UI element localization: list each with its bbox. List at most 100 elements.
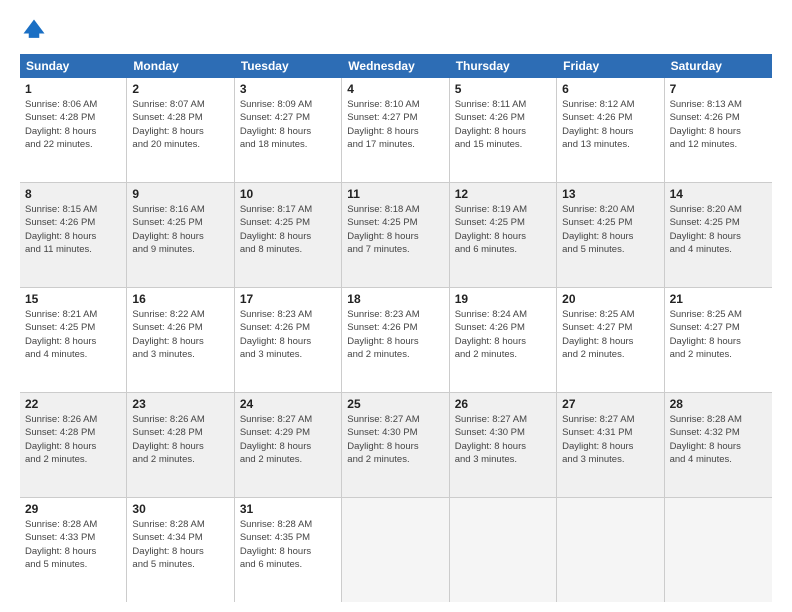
calendar-cell: 31Sunrise: 8:28 AMSunset: 4:35 PMDayligh… — [235, 498, 342, 602]
calendar-cell: 29Sunrise: 8:28 AMSunset: 4:33 PMDayligh… — [20, 498, 127, 602]
calendar-header: SundayMondayTuesdayWednesdayThursdayFrid… — [20, 54, 772, 78]
calendar-cell: 1Sunrise: 8:06 AMSunset: 4:28 PMDaylight… — [20, 78, 127, 182]
cell-info-line: and 3 minutes. — [240, 348, 336, 361]
cell-info-line: Sunrise: 8:27 AM — [347, 413, 443, 426]
cell-info-line: Sunset: 4:27 PM — [347, 111, 443, 124]
day-number: 26 — [455, 397, 551, 411]
calendar-cell: 21Sunrise: 8:25 AMSunset: 4:27 PMDayligh… — [665, 288, 772, 392]
cell-info-line: Sunrise: 8:19 AM — [455, 203, 551, 216]
cell-info-line: and 2 minutes. — [132, 453, 228, 466]
cell-info-line: Daylight: 8 hours — [240, 335, 336, 348]
calendar-row-4: 22Sunrise: 8:26 AMSunset: 4:28 PMDayligh… — [20, 393, 772, 498]
cell-info-line: Sunrise: 8:06 AM — [25, 98, 121, 111]
day-number: 27 — [562, 397, 658, 411]
cell-info-line: and 5 minutes. — [132, 558, 228, 571]
cell-info-line: Sunset: 4:31 PM — [562, 426, 658, 439]
cell-info-line: and 3 minutes. — [562, 453, 658, 466]
cell-info-line: Daylight: 8 hours — [670, 335, 767, 348]
cell-info-line: Sunset: 4:28 PM — [132, 426, 228, 439]
day-number: 15 — [25, 292, 121, 306]
calendar-cell: 22Sunrise: 8:26 AMSunset: 4:28 PMDayligh… — [20, 393, 127, 497]
cell-info-line: Sunrise: 8:24 AM — [455, 308, 551, 321]
cell-info-line: and 2 minutes. — [347, 348, 443, 361]
page: SundayMondayTuesdayWednesdayThursdayFrid… — [0, 0, 792, 612]
calendar-cell: 6Sunrise: 8:12 AMSunset: 4:26 PMDaylight… — [557, 78, 664, 182]
cell-info-line: and 4 minutes. — [25, 348, 121, 361]
cell-info-line: Daylight: 8 hours — [455, 125, 551, 138]
cell-info-line: and 15 minutes. — [455, 138, 551, 151]
cell-info-line: Sunrise: 8:26 AM — [132, 413, 228, 426]
cell-info-line: Sunset: 4:25 PM — [562, 216, 658, 229]
cell-info-line: Sunset: 4:25 PM — [25, 321, 121, 334]
cell-info-line: Daylight: 8 hours — [132, 230, 228, 243]
cell-info-line: Sunset: 4:25 PM — [132, 216, 228, 229]
cell-info-line: Sunset: 4:28 PM — [25, 426, 121, 439]
cell-info-line: Sunrise: 8:26 AM — [25, 413, 121, 426]
cell-info-line: and 9 minutes. — [132, 243, 228, 256]
weekday-header-thursday: Thursday — [450, 54, 557, 78]
calendar-cell: 20Sunrise: 8:25 AMSunset: 4:27 PMDayligh… — [557, 288, 664, 392]
cell-info-line: Daylight: 8 hours — [25, 545, 121, 558]
cell-info-line: Sunset: 4:30 PM — [455, 426, 551, 439]
day-number: 8 — [25, 187, 121, 201]
calendar-cell: 5Sunrise: 8:11 AMSunset: 4:26 PMDaylight… — [450, 78, 557, 182]
calendar-cell: 13Sunrise: 8:20 AMSunset: 4:25 PMDayligh… — [557, 183, 664, 287]
cell-info-line: and 18 minutes. — [240, 138, 336, 151]
cell-info-line: Sunrise: 8:10 AM — [347, 98, 443, 111]
cell-info-line: Daylight: 8 hours — [347, 335, 443, 348]
calendar-cell: 10Sunrise: 8:17 AMSunset: 4:25 PMDayligh… — [235, 183, 342, 287]
cell-info-line: Sunrise: 8:20 AM — [562, 203, 658, 216]
calendar-cell: 14Sunrise: 8:20 AMSunset: 4:25 PMDayligh… — [665, 183, 772, 287]
cell-info-line: and 11 minutes. — [25, 243, 121, 256]
cell-info-line: Sunrise: 8:22 AM — [132, 308, 228, 321]
calendar-cell: 18Sunrise: 8:23 AMSunset: 4:26 PMDayligh… — [342, 288, 449, 392]
day-number: 13 — [562, 187, 658, 201]
cell-info-line: Daylight: 8 hours — [670, 440, 767, 453]
cell-info-line: Sunset: 4:27 PM — [240, 111, 336, 124]
calendar-cell: 15 Sunrise: 8:21 AMSunset: 4:25 PMDayligh… — [20, 288, 127, 392]
cell-info-line: Sunset: 4:26 PM — [25, 216, 121, 229]
cell-info-line: Sunset: 4:26 PM — [670, 111, 767, 124]
day-number: 28 — [670, 397, 767, 411]
day-number: 10 — [240, 187, 336, 201]
cell-info-line: and 17 minutes. — [347, 138, 443, 151]
cell-info-line: Sunset: 4:26 PM — [455, 321, 551, 334]
day-number: 2 — [132, 82, 228, 96]
cell-info-line: and 4 minutes. — [670, 243, 767, 256]
cell-info-line: Sunset: 4:28 PM — [25, 111, 121, 124]
calendar-cell: 16Sunrise: 8:22 AMSunset: 4:26 PMDayligh… — [127, 288, 234, 392]
weekday-header-friday: Friday — [557, 54, 664, 78]
logo — [20, 16, 52, 44]
day-number: 23 — [132, 397, 228, 411]
cell-info-line: Sunset: 4:28 PM — [132, 111, 228, 124]
cell-info-line: Daylight: 8 hours — [455, 230, 551, 243]
cell-info-line: Sunrise: 8:07 AM — [132, 98, 228, 111]
cell-info-line: and 2 minutes. — [25, 453, 121, 466]
cell-info-line: Sunrise: 8:21 AM — [25, 308, 121, 321]
cell-info-line: and 2 minutes. — [670, 348, 767, 361]
weekday-header-wednesday: Wednesday — [342, 54, 449, 78]
weekday-header-saturday: Saturday — [665, 54, 772, 78]
cell-info-line: Sunset: 4:32 PM — [670, 426, 767, 439]
calendar-cell: 4Sunrise: 8:10 AMSunset: 4:27 PMDaylight… — [342, 78, 449, 182]
cell-info-line: and 6 minutes. — [240, 558, 336, 571]
cell-info-line: Sunrise: 8:23 AM — [240, 308, 336, 321]
cell-info-line: Sunset: 4:29 PM — [240, 426, 336, 439]
cell-info-line: and 12 minutes. — [670, 138, 767, 151]
cell-info-line: Daylight: 8 hours — [347, 125, 443, 138]
calendar-cell: 27Sunrise: 8:27 AMSunset: 4:31 PMDayligh… — [557, 393, 664, 497]
cell-info-line: Daylight: 8 hours — [240, 545, 336, 558]
day-number: 7 — [670, 82, 767, 96]
cell-info-line: and 2 minutes. — [347, 453, 443, 466]
cell-info-line: Daylight: 8 hours — [455, 440, 551, 453]
cell-info-line: Sunrise: 8:28 AM — [25, 518, 121, 531]
calendar-cell — [665, 498, 772, 602]
cell-info-line: Sunset: 4:25 PM — [670, 216, 767, 229]
cell-info-line: Sunrise: 8:16 AM — [132, 203, 228, 216]
cell-info-line: Sunset: 4:27 PM — [562, 321, 658, 334]
calendar-cell: 24Sunrise: 8:27 AMSunset: 4:29 PMDayligh… — [235, 393, 342, 497]
cell-info-line: Daylight: 8 hours — [25, 335, 121, 348]
cell-info-line: Sunrise: 8:27 AM — [455, 413, 551, 426]
cell-info-line: Sunset: 4:26 PM — [132, 321, 228, 334]
weekday-header-tuesday: Tuesday — [235, 54, 342, 78]
